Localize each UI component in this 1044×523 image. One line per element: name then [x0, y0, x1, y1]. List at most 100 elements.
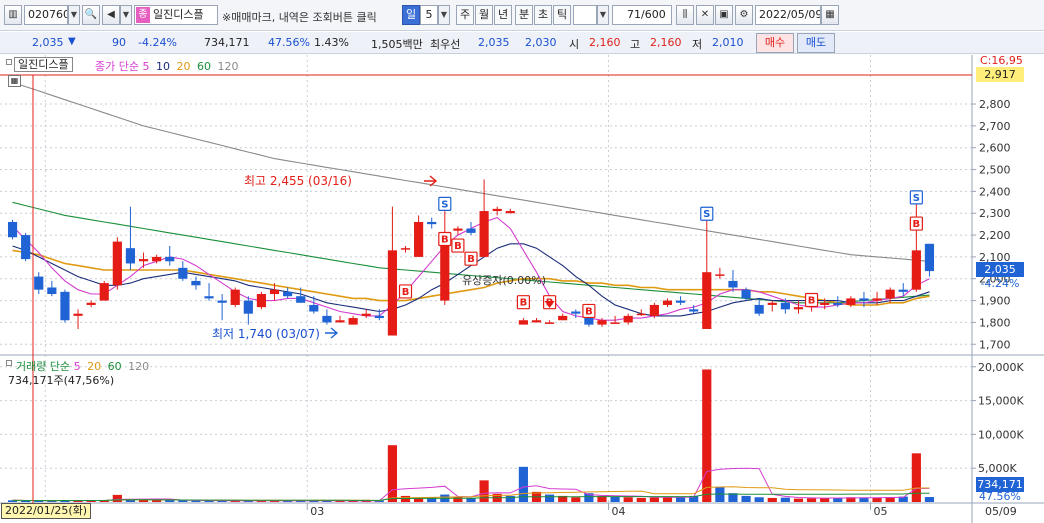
candle-body [414, 221, 424, 257]
candle-body [898, 289, 908, 292]
buy-button[interactable]: 매수 [756, 33, 794, 53]
volume-tick-label: 20,000K [978, 361, 1024, 374]
volume-collapse-icon[interactable] [6, 360, 12, 366]
speaker-icon[interactable]: ◀ [102, 5, 120, 25]
trade-mark-message: ※매매마크, 내역은 조회버튼 클릭 [222, 11, 377, 24]
volume-bar [754, 497, 764, 502]
candle-body [872, 298, 882, 301]
high-price: 2,160 [650, 36, 682, 49]
tick-unit-field[interactable] [573, 5, 597, 25]
candle-body [531, 320, 542, 323]
stock-name: 일진디스플 [153, 8, 204, 21]
period-day[interactable]: 일 [402, 5, 420, 25]
period-second[interactable]: 초 [534, 5, 552, 25]
trade-mark-letter: B [454, 241, 462, 252]
candle-body [754, 304, 764, 314]
price-legend-label: 종가 단순 [95, 60, 139, 73]
candle-body [859, 298, 869, 301]
period-tick[interactable]: 틱 [553, 5, 571, 25]
candle-body [99, 283, 109, 301]
volume-bar [806, 498, 817, 502]
data-count-field[interactable]: 71/600 [612, 5, 672, 25]
price-tick-label: 1,700 [979, 338, 1011, 351]
last-price-badge: 2,035 [976, 262, 1024, 277]
volume-summary: 734,171주(47,56%) [8, 374, 115, 387]
quote-bar: 2,035 ▼ 90 -4.24% 734,171 47.56% 1.43% 1… [0, 32, 1044, 54]
candle-body [191, 280, 201, 286]
candle-body [86, 302, 96, 305]
stock-code-input[interactable]: 020760 [24, 5, 68, 25]
volume-bar [767, 497, 777, 502]
last-date-label: 05/09 [985, 505, 1017, 518]
volume-tick-label: 10,000K [978, 428, 1024, 441]
date-input[interactable]: 2022/05/09 [755, 5, 821, 25]
trade-mark-letter: S [703, 209, 710, 220]
high-annotation: 최고 2,455 (03/16) [244, 174, 352, 188]
volume-bar [859, 497, 869, 502]
cursor-date-box: 2022/01/25(화) [1, 503, 92, 519]
turnover-rate: 1.43% [314, 36, 349, 49]
volume-bar [623, 497, 633, 502]
price-tick-label: 2,200 [979, 229, 1011, 242]
date-tick-label: 03 [310, 505, 324, 518]
calendar-icon[interactable]: ▦ [821, 5, 839, 25]
candle-body [662, 300, 673, 305]
candle-body [597, 320, 607, 325]
trade-amount: 1,505백만 [371, 38, 423, 51]
toolbar: ▥ 020760 ▼ 🔍 ◀ ▼ 종 일진디스플 ※매매마크, 내역은 조회버튼… [0, 0, 1044, 31]
settings-icon[interactable]: ⚙ [735, 5, 753, 25]
stock-name-field[interactable]: 종 일진디스플 [134, 5, 218, 25]
stock-chart[interactable]: BBBBBBBBSSSB 1,7001,8001,9002,0002,1002,… [0, 55, 1044, 523]
price-tick-label: 1,800 [979, 316, 1011, 329]
candle-body [60, 291, 70, 321]
period-multiplier[interactable]: 5 [420, 5, 438, 25]
period-multiplier-dropdown[interactable]: ▼ [438, 5, 450, 25]
tick-unit-dropdown[interactable]: ▼ [597, 5, 609, 25]
date-tick-label: 05 [874, 505, 888, 518]
candle-body [348, 318, 358, 325]
ma120-legend: 120 [217, 60, 239, 73]
candle-body [243, 300, 253, 314]
candle-body [73, 313, 83, 316]
period-week[interactable]: 주 [456, 5, 474, 25]
stock-legend-tag[interactable]: 일진디스플 [14, 57, 73, 72]
period-month[interactable]: 월 [475, 5, 493, 25]
save-icon[interactable]: ▣ [715, 5, 733, 25]
volume-bar [165, 500, 175, 502]
table-icon[interactable]: ▦ [8, 75, 21, 87]
candle-body [178, 267, 188, 279]
period-minute[interactable]: 분 [515, 5, 533, 25]
best-quote-label: 최우선 [430, 38, 461, 51]
trade-mark-letter: B [808, 296, 816, 307]
volume-tick-label: 15,000K [978, 395, 1024, 408]
volume-bar [505, 495, 515, 502]
indicator-icon[interactable]: ✕ [696, 5, 714, 25]
trade-mark-letter: B [913, 219, 921, 230]
candle-body [361, 313, 371, 316]
stock-code-dropdown[interactable]: ▼ [68, 5, 80, 25]
candle-body [820, 302, 830, 305]
candle-body [649, 304, 659, 316]
volume-bar [780, 497, 790, 502]
period-year[interactable]: 년 [494, 5, 512, 25]
candle-body [230, 289, 240, 305]
collapse-icon[interactable] [6, 59, 12, 65]
chart-menu-icon[interactable]: ▥ [4, 5, 22, 25]
volume-bar [571, 497, 581, 502]
stock-type-badge: 종 [136, 7, 150, 23]
sell-button[interactable]: 매도 [797, 33, 835, 53]
volume-bar [545, 494, 555, 502]
volume-bar [479, 480, 489, 502]
candle-type-icon[interactable]: ⫼ [676, 5, 694, 25]
last-change-badge: -4.24% [980, 277, 1020, 290]
speaker-dropdown[interactable]: ▼ [120, 5, 132, 25]
candle-body [885, 289, 895, 299]
search-icon[interactable]: 🔍 [82, 5, 100, 25]
ma10-legend: 10 [155, 60, 170, 73]
volume-bar [911, 453, 921, 502]
candle-body [715, 274, 725, 276]
price-tick-label: 1,900 [979, 295, 1011, 308]
candle-body [400, 248, 411, 250]
price-tick-label: 2,400 [979, 185, 1011, 198]
candle-body [767, 302, 777, 305]
